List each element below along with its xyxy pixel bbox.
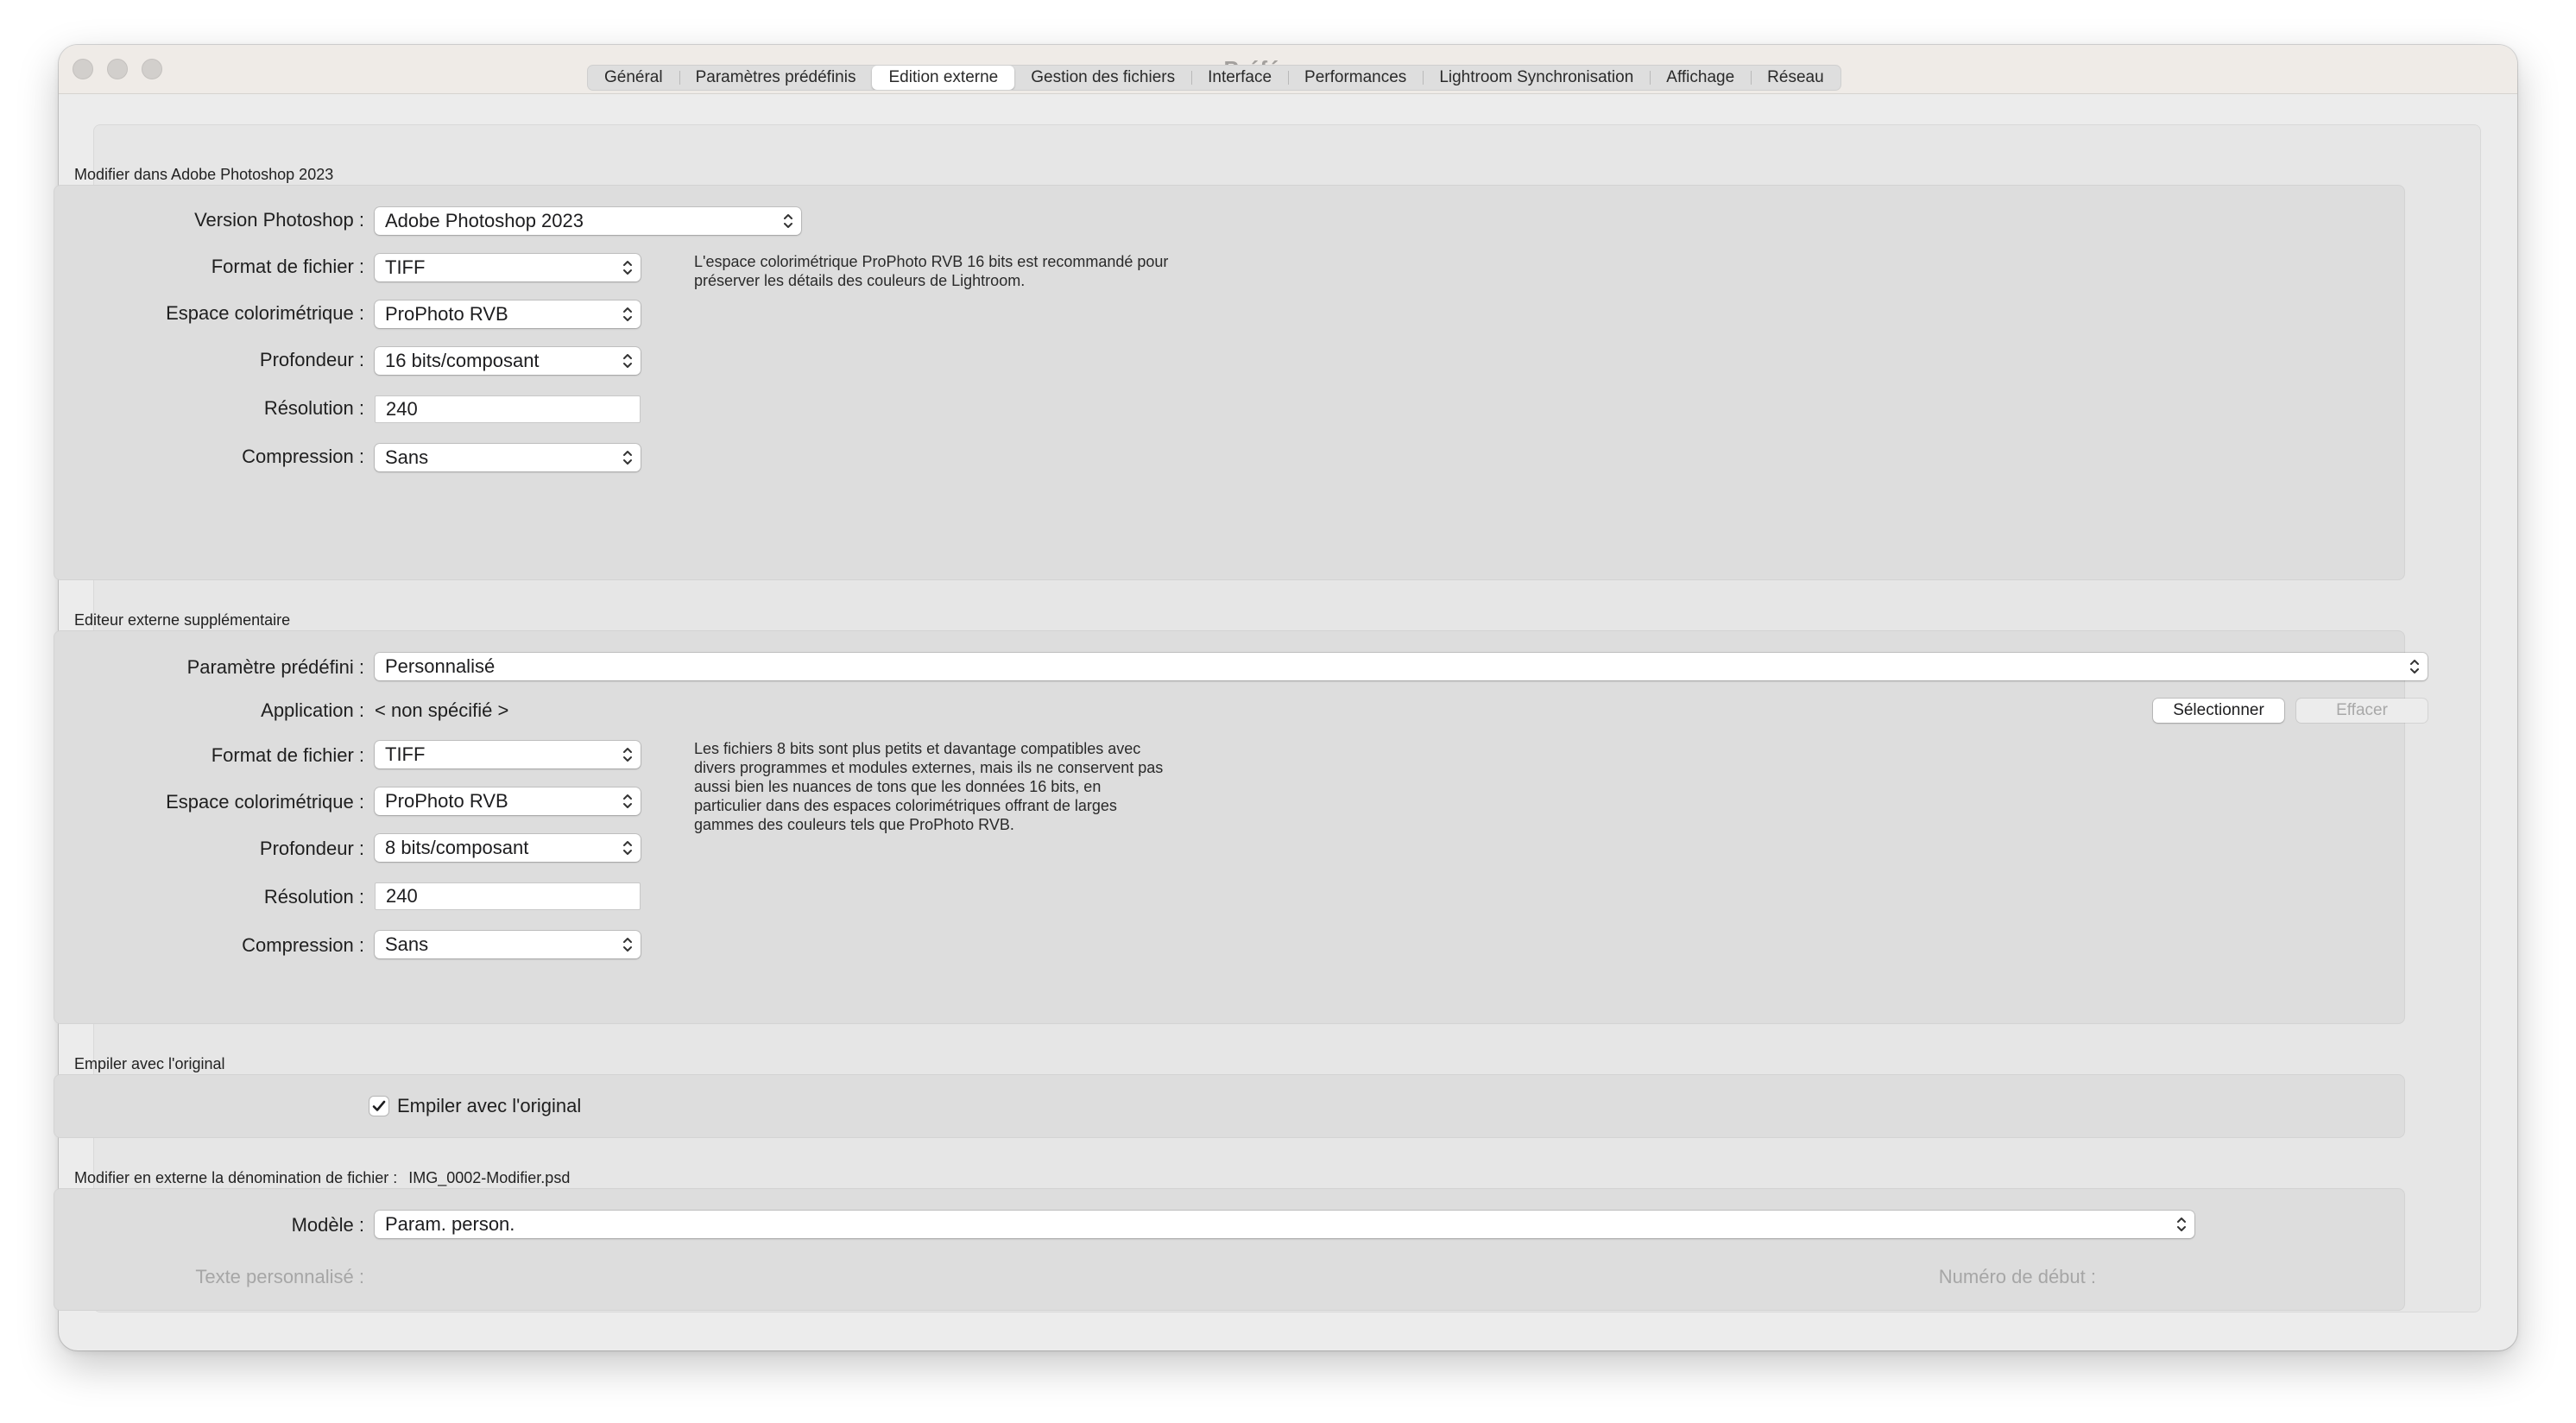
chevron-updown-icon: [623, 307, 632, 321]
photoshop-version-value: Adobe Photoshop 2023: [385, 210, 584, 231]
additional-depth-select[interactable]: 8 bits/composant: [375, 834, 641, 862]
tab-network[interactable]: Réseau: [1751, 66, 1840, 90]
tab-bar: Général Paramètres prédéfinis Edition ex…: [587, 65, 1841, 91]
tab-presets[interactable]: Paramètres prédéfinis: [679, 66, 873, 90]
additional-colorspace-label: Espace colorimétrique :: [166, 791, 364, 813]
photoshop-format-select[interactable]: TIFF: [375, 254, 641, 281]
photoshop-colorspace-value: ProPhoto RVB: [385, 303, 508, 325]
chevron-updown-icon: [623, 451, 632, 465]
naming-template-value: Param. person.: [385, 1213, 515, 1235]
photoshop-section-title: Modifier dans Adobe Photoshop 2023: [74, 166, 334, 183]
photoshop-section-box: [54, 185, 2405, 580]
photoshop-depth-label: Profondeur :: [259, 349, 364, 370]
photoshop-resolution-input[interactable]: 240: [375, 395, 641, 423]
naming-template-label: Modèle :: [291, 1214, 364, 1236]
chevron-updown-icon: [623, 841, 632, 855]
naming-section-title: Modifier en externe la dénomination de f…: [74, 1169, 570, 1187]
naming-section-box: [54, 1188, 2405, 1311]
naming-custom-text-label: Texte personnalisé :: [195, 1266, 364, 1287]
photoshop-compression-select[interactable]: Sans: [375, 444, 641, 471]
additional-depth-label: Profondeur :: [259, 838, 364, 859]
stack-with-original-checkbox[interactable]: [369, 1097, 388, 1116]
tab-general[interactable]: Général: [588, 66, 679, 90]
photoshop-format-label: Format de fichier :: [211, 256, 364, 277]
additional-compression-label: Compression :: [242, 934, 364, 956]
tab-lightroom-sync[interactable]: Lightroom Synchronisation: [1423, 66, 1650, 90]
photoshop-colorspace-select[interactable]: ProPhoto RVB: [375, 300, 641, 328]
additional-depth-value: 8 bits/composant: [385, 837, 529, 858]
photoshop-version-select[interactable]: Adobe Photoshop 2023: [375, 207, 801, 235]
stack-section-title: Empiler avec l'original: [74, 1055, 225, 1072]
additional-preset-label: Paramètre prédéfini :: [186, 656, 364, 678]
chevron-updown-icon: [623, 261, 632, 275]
additional-application-value: < non spécifié >: [375, 699, 509, 721]
chevron-updown-icon: [623, 938, 632, 952]
tab-external-editing[interactable]: Edition externe: [872, 66, 1015, 90]
additional-format-label: Format de fichier :: [211, 744, 364, 766]
additional-preset-value: Personnalisé: [385, 655, 496, 677]
naming-section-label: Modifier en externe la dénomination de f…: [74, 1169, 398, 1186]
additional-colorspace-value: ProPhoto RVB: [385, 790, 508, 812]
naming-start-number-label: Numéro de début :: [1938, 1266, 2096, 1287]
additional-resolution-label: Résolution :: [263, 886, 364, 908]
additional-application-label: Application :: [261, 699, 364, 721]
additional-colorspace-select[interactable]: ProPhoto RVB: [375, 787, 641, 815]
photoshop-version-label: Version Photoshop :: [194, 209, 364, 231]
additional-note-line: aussi bien les nuances de tons que les d…: [694, 778, 1102, 795]
chevron-updown-icon: [2410, 660, 2419, 674]
photoshop-note-line: L'espace colorimétrique ProPhoto RVB 16 …: [694, 253, 1169, 270]
tab-display[interactable]: Affichage: [1650, 66, 1751, 90]
additional-preset-select[interactable]: Personnalisé: [375, 653, 2428, 680]
naming-example-filename: IMG_0002-Modifier.psd: [408, 1169, 571, 1186]
photoshop-compression-label: Compression :: [242, 446, 364, 467]
photoshop-resolution-label: Résolution :: [263, 397, 364, 419]
additional-compression-select[interactable]: Sans: [375, 931, 641, 958]
additional-format-select[interactable]: TIFF: [375, 741, 641, 768]
chevron-updown-icon: [784, 214, 792, 228]
select-application-button[interactable]: Sélectionner: [2153, 699, 2284, 723]
additional-compression-value: Sans: [385, 933, 429, 955]
chevron-updown-icon: [623, 354, 632, 368]
photoshop-colorspace-label: Espace colorimétrique :: [166, 302, 364, 324]
clear-application-button[interactable]: Effacer: [2296, 699, 2428, 723]
photoshop-compression-value: Sans: [385, 446, 429, 468]
additional-format-value: TIFF: [385, 743, 426, 765]
naming-template-select[interactable]: Param. person.: [375, 1211, 2194, 1238]
photoshop-depth-select[interactable]: 16 bits/composant: [375, 347, 641, 375]
additional-note: Les fichiers 8 bits sont plus petits et …: [694, 739, 1247, 834]
tab-interface[interactable]: Interface: [1191, 66, 1288, 90]
chevron-updown-icon: [2177, 1217, 2186, 1231]
additional-note-line: gammes des couleurs tels que ProPhoto RV…: [694, 816, 1014, 833]
checkmark-icon: [372, 1100, 386, 1111]
chevron-updown-icon: [623, 748, 632, 762]
tab-performance[interactable]: Performances: [1288, 66, 1423, 90]
additional-note-line: Les fichiers 8 bits sont plus petits et …: [694, 740, 1141, 757]
photoshop-note: L'espace colorimétrique ProPhoto RVB 16 …: [694, 252, 1247, 290]
photoshop-note-line: préserver les détails des couleurs de Li…: [694, 272, 1026, 289]
additional-section-title: Editeur externe supplémentaire: [74, 611, 291, 629]
additional-note-line: divers programmes et modules externes, m…: [694, 759, 1164, 776]
chevron-updown-icon: [623, 794, 632, 808]
additional-resolution-input[interactable]: 240: [375, 882, 641, 910]
tab-file-handling[interactable]: Gestion des fichiers: [1014, 66, 1191, 90]
photoshop-depth-value: 16 bits/composant: [385, 350, 540, 371]
additional-note-line: particulier dans des espaces colorimétri…: [694, 797, 1117, 814]
photoshop-format-value: TIFF: [385, 256, 426, 278]
stack-with-original-label[interactable]: Empiler avec l'original: [397, 1095, 581, 1117]
